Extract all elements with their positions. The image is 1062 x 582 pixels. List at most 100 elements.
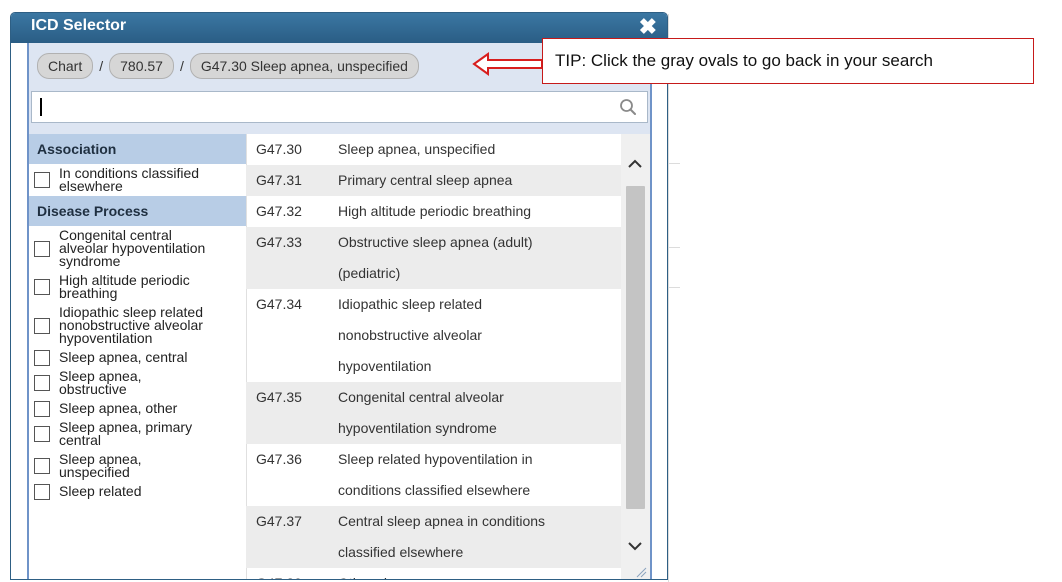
- scrollbar[interactable]: [621, 134, 650, 579]
- checkbox[interactable]: [34, 375, 50, 391]
- close-icon[interactable]: ✖: [639, 14, 657, 40]
- code-row[interactable]: G47.37 Central sleep apnea in conditions c…: [246, 506, 621, 568]
- description-line: High altitude periodic breathing: [338, 203, 532, 219]
- checkbox[interactable]: [34, 458, 50, 474]
- code-value: G47.37: [246, 506, 338, 568]
- code-row[interactable]: G47.32 High altitude periodic breathing: [246, 196, 621, 227]
- arrow-left-icon: [472, 52, 543, 76]
- text-caret: [40, 98, 42, 116]
- filter-option[interactable]: Sleep apnea, unspecified: [29, 450, 246, 482]
- background-divider: [668, 287, 680, 288]
- chevron-down-icon[interactable]: [627, 538, 643, 554]
- icd-selector-dialog: ICD Selector ✖ Chart / 780.57 / G47.30 S…: [10, 12, 668, 580]
- code-value: G47.33: [246, 227, 338, 289]
- background-divider: [668, 247, 680, 248]
- filter-item-label: central: [59, 432, 102, 448]
- code-row[interactable]: G47.36 Sleep related hypoventilation in co…: [246, 444, 621, 506]
- checkbox[interactable]: [34, 318, 50, 334]
- filter-option[interactable]: Sleep related: [29, 482, 246, 501]
- scrollbar-thumb[interactable]: [626, 186, 645, 509]
- description-line: (pediatric): [338, 265, 401, 281]
- description-line: Central sleep apnea in conditions: [338, 513, 546, 529]
- code-value: G47.31: [246, 165, 338, 196]
- resize-grip-icon[interactable]: [635, 566, 647, 578]
- breadcrumb-separator: /: [179, 58, 184, 74]
- code-description: Idiopathic sleep related nonobstructive a…: [338, 289, 621, 382]
- code-list: G47.30 Sleep apnea, unspecified G47.31 Prim…: [246, 134, 621, 579]
- checkbox[interactable]: [34, 426, 50, 442]
- code-text: G47.33: [256, 234, 302, 250]
- filter-option[interactable]: High altitude periodic breathing: [29, 271, 246, 303]
- filter-item-label: Sleep related: [59, 483, 142, 499]
- filter-option[interactable]: Sleep apnea, central: [29, 348, 246, 367]
- code-row[interactable]: G47.31 Primary central sleep apnea: [246, 165, 621, 196]
- background-divider: [668, 163, 680, 164]
- breadcrumb-chart[interactable]: Chart: [37, 53, 94, 79]
- filter-item-label: Sleep apnea, other: [59, 400, 178, 416]
- filter-item-label: breathing: [59, 285, 118, 301]
- filter-item-label: obstructive: [59, 381, 127, 397]
- chevron-up-icon[interactable]: [627, 156, 643, 172]
- code-description: Congenital central alveolar hypoventilati…: [338, 382, 621, 444]
- filter-item-label: Sleep apnea, central: [59, 349, 188, 365]
- code-value: G47.36: [246, 444, 338, 506]
- code-row[interactable]: G47.39Other sleep apnea: [246, 568, 621, 579]
- description-line: Idiopathic sleep related: [338, 296, 482, 312]
- code-text: G47.35: [256, 389, 302, 405]
- code-text: G47.37: [256, 513, 302, 529]
- filter-option[interactable]: Congenital central alveolar hypoventilati…: [29, 226, 246, 271]
- filter-panel: Association In conditions classified elsew…: [29, 134, 247, 579]
- code-row[interactable]: G47.30 Sleep apnea, unspecified: [246, 134, 621, 165]
- description-line: hypoventilation syndrome: [338, 420, 497, 436]
- filter-item-label: elsewhere: [59, 178, 123, 194]
- filter-option[interactable]: Idiopathic sleep related nonobstructive a…: [29, 303, 246, 348]
- code-text: G47.34: [256, 296, 302, 312]
- checkbox[interactable]: [34, 350, 50, 366]
- code-text: G47.36: [256, 451, 302, 467]
- filter-item-label: hypoventilation: [59, 330, 153, 346]
- tip-text: TIP: Click the gray ovals to go back in …: [555, 51, 933, 70]
- checkbox[interactable]: [34, 241, 50, 257]
- breadcrumb: Chart / 780.57 / G47.30 Sleep apnea, uns…: [37, 53, 419, 79]
- description-line: Congenital central alveolar: [338, 389, 504, 405]
- filter-header-association: Association: [29, 134, 246, 164]
- description-line: Other sleep apnea: [338, 568, 621, 579]
- checkbox[interactable]: [34, 279, 50, 295]
- checkbox[interactable]: [34, 484, 50, 500]
- description-line: Sleep apnea, unspecified: [338, 141, 496, 157]
- dialog-title: ICD Selector: [31, 17, 127, 34]
- description-line: hypoventilation: [338, 358, 432, 374]
- code-description: High altitude periodic breathing: [338, 196, 621, 227]
- code-text: G47.32: [256, 203, 302, 219]
- filter-option[interactable]: Sleep apnea, primary central: [29, 418, 246, 450]
- tip-callout: TIP: Click the gray ovals to go back in …: [542, 38, 1034, 84]
- filter-header-disease-process: Disease Process: [29, 196, 246, 226]
- filter-item-label: unspecified: [59, 464, 130, 480]
- code-value: G47.35: [246, 382, 338, 444]
- filter-option[interactable]: Sleep apnea, obstructive: [29, 367, 246, 399]
- filter-option[interactable]: Sleep apnea, other: [29, 399, 246, 418]
- checkbox[interactable]: [34, 172, 50, 188]
- code-description: Sleep related hypoventilation in conditio…: [338, 444, 621, 506]
- search-box[interactable]: [31, 91, 648, 123]
- search-input[interactable]: [46, 96, 610, 120]
- code-description: Primary central sleep apnea: [338, 165, 621, 196]
- description-line: conditions classified elsewhere: [338, 482, 531, 498]
- search-icon[interactable]: [619, 98, 637, 116]
- description-line: Sleep related hypoventilation in: [338, 451, 533, 467]
- code-row[interactable]: G47.34 Idiopathic sleep related nonobstruc…: [246, 289, 621, 382]
- code-row[interactable]: G47.33 Obstructive sleep apnea (adult) (pe…: [246, 227, 621, 289]
- results-area: Association In conditions classified elsew…: [27, 134, 652, 579]
- description-line: nonobstructive alveolar: [338, 327, 482, 343]
- breadcrumb-separator: /: [99, 58, 104, 74]
- code-value: G47.32: [246, 196, 338, 227]
- code-description: Other sleep apnea: [338, 568, 621, 579]
- description-line: Obstructive sleep apnea (adult): [338, 234, 533, 250]
- background-divider: [668, 14, 669, 582]
- checkbox[interactable]: [34, 401, 50, 417]
- code-row[interactable]: G47.35 Congenital central alveolar hypoven…: [246, 382, 621, 444]
- breadcrumb-780-57[interactable]: 780.57: [109, 53, 174, 79]
- breadcrumb-g47-30[interactable]: G47.30 Sleep apnea, unspecified: [189, 53, 419, 79]
- filter-option[interactable]: In conditions classified elsewhere: [29, 164, 246, 196]
- code-text: G47.39: [256, 568, 338, 579]
